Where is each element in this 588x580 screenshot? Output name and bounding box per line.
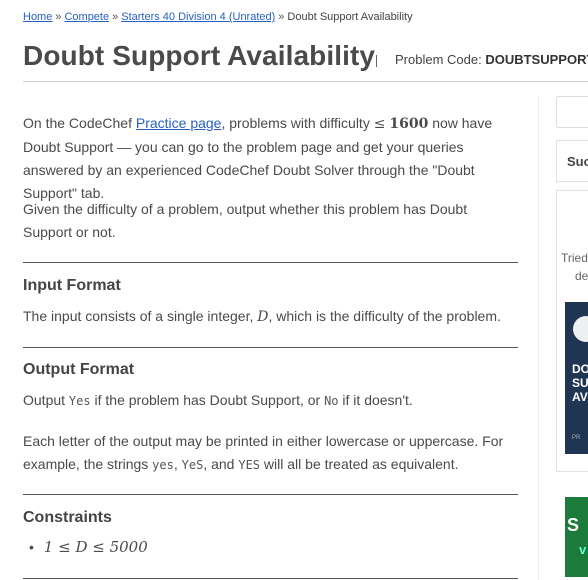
title-row: Doubt Support Availability Problem Code:… — [23, 40, 588, 80]
output-note-text: , and — [203, 456, 239, 472]
output-note-text: , — [173, 456, 182, 472]
promo-banner[interactable]: S v — [565, 497, 588, 577]
video-thumbnail[interactable]: DO SU AV PR — [565, 302, 588, 454]
video-caption: PR — [572, 435, 581, 441]
code-example-yes-upper: YES — [238, 458, 261, 472]
tried-line-2: de — [575, 269, 588, 283]
breadcrumb-separator: » — [112, 11, 119, 23]
problem-code-label: Problem Code: — [395, 52, 482, 67]
code-example-yes-lower: yes — [152, 458, 174, 472]
breadcrumb-contest-link[interactable]: Starters 40 Division 4 (Unrated) — [121, 11, 275, 23]
constraint-list-item: • 1 ≤ D ≤ 5000 — [29, 536, 524, 559]
statement-paragraph-1: On the CodeChef Practice page, problems … — [23, 112, 518, 205]
breadcrumb: Home» Compete» Starters 40 Division 4 (Unr… — [23, 11, 413, 23]
constraint-expression: 1 ≤ D ≤ 5000 — [43, 538, 148, 556]
breadcrumb-current: Doubt Support Availability — [287, 11, 413, 23]
output-format-text: Output Yes if the problem has Doubt Supp… — [23, 389, 518, 413]
code-example-yes-mixed: YeS — [181, 458, 204, 472]
sidebar-card-heading: Suc — [567, 154, 588, 169]
breadcrumb-compete-link[interactable]: Compete — [64, 11, 109, 23]
video-title-line: DO — [572, 362, 588, 376]
math-leq: ≤ — [373, 116, 386, 132]
sidebar-separator — [538, 96, 539, 580]
input-format-heading: Input Format — [23, 277, 121, 294]
math-difficulty-limit: 1600 — [389, 116, 429, 132]
tried-line-1: Tried — [561, 251, 588, 265]
statement-text: , problems with difficulty — [221, 115, 374, 131]
statement-text: On the CodeChef — [23, 115, 136, 131]
input-format-text-a: The input consists of a single integer, — [23, 308, 258, 324]
bullet: • — [29, 539, 34, 555]
output-text: Output — [23, 392, 69, 408]
title-divider — [376, 55, 377, 67]
promo-text-1: S — [567, 515, 580, 535]
code-yes: Yes — [68, 394, 91, 408]
section-divider — [23, 578, 518, 579]
breadcrumb-separator: » — [55, 11, 62, 23]
promo-text-2: v — [579, 542, 587, 557]
code-no: No — [324, 394, 339, 408]
problem-code-value: DOUBTSUPPORT — [485, 52, 588, 67]
sidebar-action-button[interactable] — [556, 96, 588, 128]
output-note-text: will all be treated as equivalent. — [260, 456, 459, 472]
sidebar-submissions-card: Suc — [556, 140, 588, 182]
input-format-text-b: , which is the difficulty of the problem… — [268, 308, 501, 324]
title-underline — [23, 81, 588, 82]
breadcrumb-separator: » — [278, 11, 285, 23]
input-format-text: The input consists of a single integer, … — [23, 305, 518, 329]
breadcrumb-home-link[interactable]: Home — [23, 11, 52, 23]
math-var-d: D — [257, 309, 269, 325]
output-text: if it doesn't. — [338, 392, 413, 408]
output-text: if the problem has Doubt Support, or — [90, 392, 325, 408]
page-title: Doubt Support Availability — [23, 40, 376, 71]
section-divider — [23, 347, 518, 348]
video-title: DO SU AV — [572, 362, 588, 404]
problem-code: Problem Code: DOUBTSUPPORT — [395, 52, 588, 67]
output-case-note: Each letter of the output may be printed… — [23, 430, 518, 477]
output-format-heading: Output Format — [23, 361, 135, 378]
section-divider — [23, 262, 518, 263]
constraints-heading: Constraints — [23, 509, 112, 526]
statement-paragraph-2: Given the difficulty of a problem, outpu… — [23, 201, 468, 240]
video-title-line: SU — [572, 376, 588, 390]
section-divider — [23, 494, 518, 495]
practice-page-link[interactable]: Practice page — [136, 115, 222, 131]
sidebar-tried-text: Tried de — [561, 249, 588, 285]
play-icon[interactable] — [573, 316, 588, 342]
video-title-line: AV — [572, 390, 588, 404]
